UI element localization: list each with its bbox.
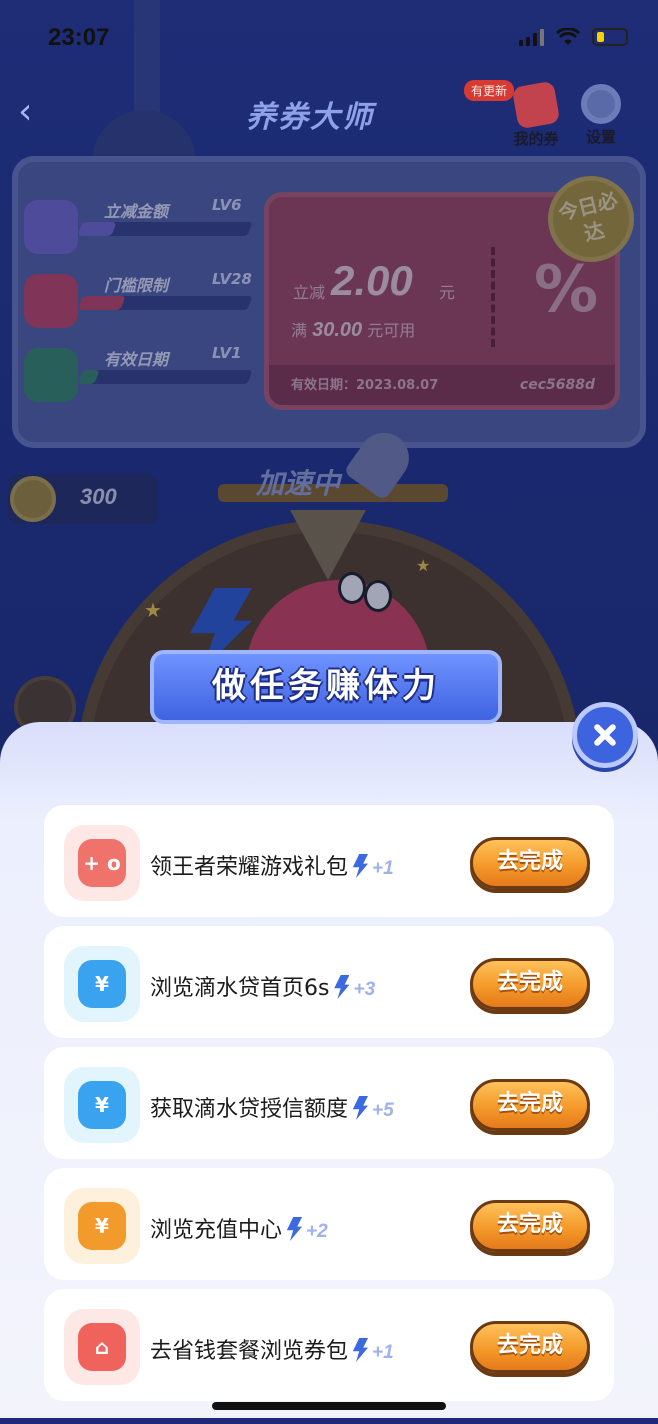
car-icon: ⌂ [64, 1309, 140, 1385]
task-item: ¥ 获取滴水贷授信额度 +5 去完成 [44, 1047, 614, 1159]
wifi-icon [556, 28, 580, 45]
my-coupon-button[interactable]: 我的券 [506, 80, 566, 149]
gamepad-icon: + o [64, 825, 140, 901]
bottom-edge [0, 1418, 658, 1424]
task-label: 去省钱套餐浏览券包 [150, 1339, 349, 1364]
task-label: 领王者荣耀游戏礼包 [150, 855, 349, 880]
energy-icon [286, 1217, 303, 1241]
go-complete-button[interactable]: 去完成 [470, 958, 590, 1010]
my-coupon-label: 我的券 [513, 130, 559, 148]
water-drop-icon: ¥ [64, 1067, 140, 1143]
task-label-row: 获取滴水贷授信额度 +5 [150, 1091, 394, 1123]
go-complete-button[interactable]: 去完成 [470, 1321, 590, 1373]
status-icons [519, 28, 628, 46]
modal-title: 做任务赚体力 [212, 666, 440, 706]
task-item: + o 领王者荣耀游戏礼包 +1 去完成 [44, 805, 614, 917]
energy-icon [352, 1338, 369, 1362]
water-drop-icon: ¥ [64, 946, 140, 1022]
go-complete-button[interactable]: 去完成 [470, 1200, 590, 1252]
task-item: ¥ 浏览充值中心 +2 去完成 [44, 1168, 614, 1280]
energy-icon [334, 975, 350, 999]
home-indicator[interactable] [212, 1402, 446, 1410]
ticket-icon: ¥ [64, 1188, 140, 1264]
task-label-row: 浏览充值中心 +2 [150, 1212, 328, 1244]
go-complete-button[interactable]: 去完成 [470, 1079, 590, 1131]
task-reward: +1 [372, 858, 394, 879]
gear-icon [581, 84, 621, 124]
task-label: 浏览滴水贷首页6s [150, 976, 330, 1001]
task-reward: +1 [372, 1342, 394, 1363]
task-reward: +2 [306, 1221, 328, 1242]
settings-button[interactable]: 设置 [578, 84, 624, 147]
task-label-row: 领王者荣耀游戏礼包 +1 [150, 849, 394, 881]
settings-label: 设置 [585, 128, 616, 146]
go-complete-button[interactable]: 去完成 [470, 837, 590, 889]
close-button[interactable] [572, 702, 638, 768]
signal-icon [519, 28, 544, 46]
status-time: 23:07 [48, 24, 110, 51]
task-reward: +3 [353, 979, 376, 1000]
task-label-row: 浏览滴水贷首页6s +3 [150, 970, 375, 1002]
back-button[interactable]: ‹ [18, 92, 48, 132]
task-label: 获取滴水贷授信额度 [150, 1097, 349, 1122]
task-label: 浏览充值中心 [150, 1218, 283, 1243]
battery-icon [592, 28, 628, 46]
task-reward: +5 [372, 1100, 394, 1121]
task-label-row: 去省钱套餐浏览券包 +1 [150, 1333, 394, 1365]
energy-icon [352, 854, 369, 878]
page-title: 养券大师 [246, 100, 374, 135]
coupon-icon [511, 80, 561, 130]
task-item: ⌂ 去省钱套餐浏览券包 +1 去完成 [44, 1289, 614, 1401]
task-item: ¥ 浏览滴水贷首页6s +3 去完成 [44, 926, 614, 1038]
energy-icon [352, 1096, 369, 1120]
